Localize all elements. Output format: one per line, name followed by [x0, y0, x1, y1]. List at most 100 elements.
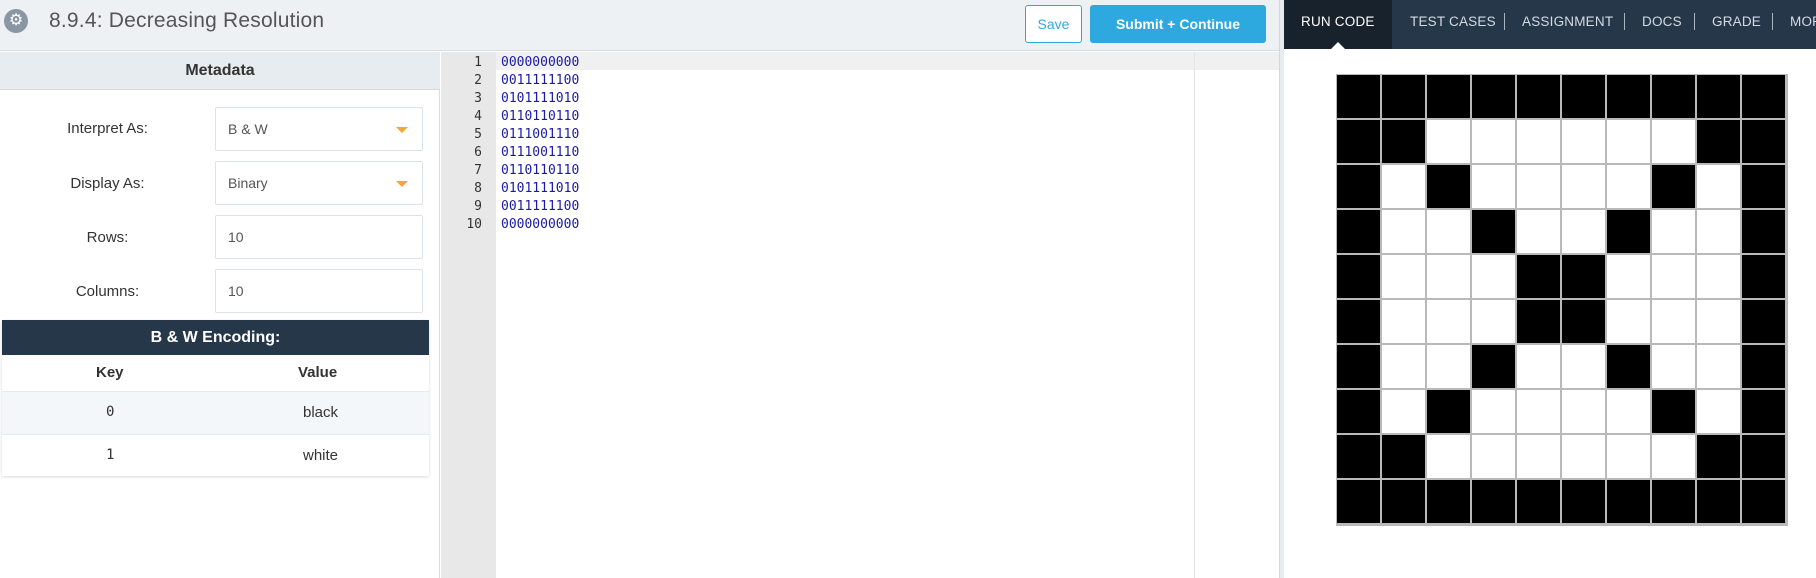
pixel-cell [1472, 480, 1515, 523]
pixel-cell [1472, 435, 1515, 478]
pixel-cell [1382, 210, 1425, 253]
code-line[interactable]: 0000000000 [501, 217, 579, 232]
code-line[interactable]: 0111001110 [501, 145, 579, 160]
pixel-cell [1607, 345, 1650, 388]
tab-test-cases[interactable]: TEST CASES [1410, 0, 1496, 49]
pixel-cell [1697, 435, 1740, 478]
display-as-value: Binary [228, 175, 268, 191]
pixel-cell [1382, 255, 1425, 298]
pixel-cell [1517, 120, 1560, 163]
save-button[interactable]: Save [1025, 5, 1082, 43]
table-row: 0 black [2, 391, 429, 434]
pixel-cell [1607, 480, 1650, 523]
interpret-as-label: Interpret As: [67, 120, 148, 137]
pixel-cell [1652, 480, 1695, 523]
pixel-cell [1517, 75, 1560, 118]
submit-continue-button[interactable]: Submit + Continue [1090, 5, 1266, 43]
pixel-cell [1382, 300, 1425, 343]
display-as-label: Display As: [70, 175, 145, 192]
line-number: 2 [474, 73, 482, 88]
value-cell: black [303, 404, 339, 421]
pixel-cell [1427, 390, 1470, 433]
pixel-cell [1697, 210, 1740, 253]
code-line[interactable]: 0111001110 [501, 127, 579, 142]
columns-value: 10 [228, 283, 244, 299]
pixel-cell [1742, 75, 1785, 118]
pixel-cell [1427, 120, 1470, 163]
line-number: 4 [474, 109, 482, 124]
display-as-select[interactable]: Binary [215, 161, 423, 205]
pixel-cell [1427, 345, 1470, 388]
tab-run-code[interactable]: RUN CODE [1284, 0, 1392, 49]
value-cell: white [303, 447, 339, 464]
pixel-cell [1517, 165, 1560, 208]
pixel-cell [1517, 210, 1560, 253]
columns-input[interactable]: 10 [215, 269, 423, 313]
pixel-cell [1562, 390, 1605, 433]
rows-label: Rows: [86, 229, 129, 246]
pixel-cell [1337, 480, 1380, 523]
tab-more[interactable]: MOR [1790, 0, 1816, 49]
pixel-cell [1472, 255, 1515, 298]
pixel-cell [1382, 345, 1425, 388]
interpret-as-select[interactable]: B & W [215, 107, 423, 151]
code-line[interactable]: 0011111100 [501, 73, 579, 88]
key-cell: 1 [106, 447, 115, 463]
encoding-table: B & W Encoding: Key Value 0 black 1 whit… [2, 320, 429, 476]
pixel-cell [1652, 255, 1695, 298]
pixel-cell [1652, 75, 1695, 118]
pixel-cell [1382, 165, 1425, 208]
code-line[interactable]: 0101111010 [501, 91, 579, 106]
gear-icon[interactable]: ⚙ [4, 9, 28, 33]
code-line[interactable]: 0000000000 [501, 55, 579, 70]
pixel-cell [1337, 300, 1380, 343]
pixel-cell [1742, 120, 1785, 163]
pixel-cell [1472, 75, 1515, 118]
rows-input[interactable]: 10 [215, 215, 423, 259]
pixel-cell [1697, 75, 1740, 118]
tab-separator [1772, 13, 1773, 30]
right-panel-tabs: RUN CODE TEST CASES ASSIGNMENT DOCS GRAD… [1284, 0, 1816, 49]
pixel-cell [1382, 390, 1425, 433]
pixel-cell [1742, 435, 1785, 478]
pixel-cell [1607, 120, 1650, 163]
pixel-cell [1382, 75, 1425, 118]
pixel-cell [1697, 165, 1740, 208]
columns-label: Columns: [75, 283, 140, 300]
pixel-cell [1337, 165, 1380, 208]
pixel-cell [1652, 165, 1695, 208]
pixel-cell [1517, 480, 1560, 523]
line-number: 3 [474, 91, 482, 106]
tab-docs[interactable]: DOCS [1642, 0, 1682, 49]
line-number: 7 [474, 163, 482, 178]
dropdown-caret-icon [396, 127, 408, 133]
pixel-cell [1562, 120, 1605, 163]
pixel-cell [1562, 300, 1605, 343]
pixel-cell [1607, 75, 1650, 118]
code-line[interactable]: 0110110110 [501, 163, 579, 178]
tab-assignment[interactable]: ASSIGNMENT [1522, 0, 1613, 49]
pixel-cell [1337, 435, 1380, 478]
pixel-cell [1742, 255, 1785, 298]
output-canvas [1284, 49, 1816, 578]
code-line[interactable]: 0101111010 [501, 181, 579, 196]
tab-grade[interactable]: GRADE [1712, 0, 1761, 49]
pixel-cell [1697, 480, 1740, 523]
pixel-cell [1427, 210, 1470, 253]
value-column-header: Value [298, 364, 338, 381]
pixel-cell [1337, 75, 1380, 118]
pixel-cell [1742, 345, 1785, 388]
code-editor[interactable]: 1 0000000000 2 0011111100 3 0101111010 4… [441, 52, 1279, 578]
pixel-cell [1607, 300, 1650, 343]
top-bar: ⚙ 8.9.4: Decreasing Resolution Save Subm… [0, 0, 1282, 51]
pixel-cell [1607, 390, 1650, 433]
pixel-cell [1427, 255, 1470, 298]
pixel-cell [1427, 75, 1470, 118]
tab-separator [1624, 13, 1625, 30]
pixel-cell [1337, 210, 1380, 253]
pixel-cell [1697, 120, 1740, 163]
tab-separator [1504, 13, 1505, 30]
code-line[interactable]: 0011111100 [501, 199, 579, 214]
pixel-cell [1472, 300, 1515, 343]
code-line[interactable]: 0110110110 [501, 109, 579, 124]
